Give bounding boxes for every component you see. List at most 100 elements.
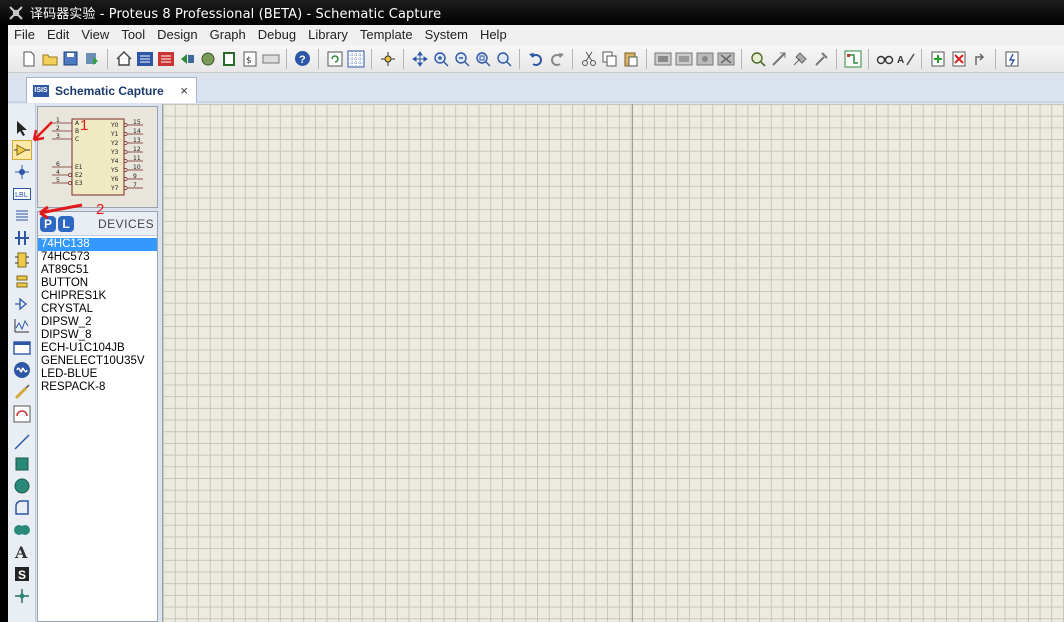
block-copy-icon[interactable] — [652, 48, 673, 69]
virtual-instruments-icon[interactable] — [12, 404, 32, 424]
block-delete-icon[interactable] — [715, 48, 736, 69]
open-folder-icon[interactable] — [39, 48, 60, 69]
menu-design[interactable]: Design — [151, 25, 203, 45]
pin-label: C — [75, 136, 79, 143]
bom-icon[interactable] — [218, 48, 239, 69]
terminals-mode-icon[interactable] — [12, 272, 32, 292]
refresh-icon[interactable] — [324, 48, 345, 69]
generator-mode-icon[interactable] — [12, 360, 32, 380]
redo-icon[interactable] — [546, 48, 567, 69]
packaging-tool-icon[interactable] — [789, 48, 810, 69]
sheet-boundary-line — [632, 104, 633, 622]
box-2d-icon[interactable] — [12, 454, 32, 474]
text-2d-icon[interactable]: A — [12, 542, 32, 562]
remove-sheet-icon[interactable] — [948, 48, 969, 69]
device-list-item[interactable]: CHIPRES1K — [38, 290, 157, 303]
paste-icon[interactable] — [620, 48, 641, 69]
pin-number: 1 — [56, 117, 60, 124]
menu-edit[interactable]: Edit — [41, 25, 75, 45]
arc-2d-icon[interactable] — [12, 498, 32, 518]
device-list-item[interactable]: 74HC138 — [38, 238, 157, 251]
pin-number: 14 — [133, 128, 141, 135]
zoom-all-icon[interactable] — [472, 48, 493, 69]
device-pins-icon[interactable] — [12, 294, 32, 314]
device-list-item[interactable]: LED-BLUE — [38, 368, 157, 381]
menu-help[interactable]: Help — [474, 25, 513, 45]
subcircuit-icon[interactable] — [12, 250, 32, 270]
component-mode-icon[interactable] — [12, 140, 32, 160]
marker-2d-icon[interactable] — [12, 586, 32, 606]
search-tag-icon[interactable] — [874, 48, 895, 69]
device-list-item[interactable]: DIPSW_8 — [38, 329, 157, 342]
pick-device-icon[interactable] — [747, 48, 768, 69]
menu-view[interactable]: View — [75, 25, 115, 45]
make-device-icon[interactable] — [768, 48, 789, 69]
text-script-icon[interactable] — [12, 206, 32, 226]
menu-template[interactable]: Template — [354, 25, 419, 45]
menu-system[interactable]: System — [419, 25, 474, 45]
cut-icon[interactable] — [578, 48, 599, 69]
electrical-rule-check-icon[interactable] — [1001, 48, 1022, 69]
menu-file[interactable]: File — [8, 25, 41, 45]
copy-icon[interactable] — [599, 48, 620, 69]
buses-icon[interactable] — [12, 228, 32, 248]
schematic-canvas[interactable] — [162, 104, 1064, 622]
home-icon[interactable] — [113, 48, 134, 69]
zoom-in-icon[interactable] — [430, 48, 451, 69]
save-icon[interactable] — [60, 48, 81, 69]
device-list-item[interactable]: GENELECT10U35V — [38, 355, 157, 368]
menu-graph[interactable]: Graph — [204, 25, 252, 45]
wire-autorouter-icon[interactable] — [842, 48, 863, 69]
device-list-item[interactable]: DIPSW_2 — [38, 316, 157, 329]
decompose-icon[interactable] — [810, 48, 831, 69]
device-list-item[interactable]: RESPACK-8 — [38, 381, 157, 394]
svg-text:?: ? — [299, 54, 306, 66]
device-list-item[interactable]: ECH-U1C104JB — [38, 342, 157, 355]
tab-schematic-capture[interactable]: ISIS Schematic Capture × — [26, 77, 197, 103]
import-icon[interactable] — [81, 48, 102, 69]
voltage-probe-icon[interactable] — [12, 382, 32, 402]
symbol-2d-icon[interactable]: S — [12, 564, 32, 584]
pcb-icon[interactable] — [155, 48, 176, 69]
tab-close-icon[interactable]: × — [180, 83, 188, 98]
zoom-area-icon[interactable] — [493, 48, 514, 69]
property-assignment-icon[interactable]: A — [895, 48, 916, 69]
block-rotate-icon[interactable] — [694, 48, 715, 69]
graph-mode-icon[interactable] — [12, 316, 32, 336]
selection-mode-icon[interactable] — [12, 118, 32, 138]
undo-icon[interactable] — [525, 48, 546, 69]
device-list-item[interactable]: AT89C51 — [38, 264, 157, 277]
menu-debug[interactable]: Debug — [252, 25, 302, 45]
tape-recorder-icon[interactable] — [12, 338, 32, 358]
line-2d-icon[interactable] — [12, 432, 32, 452]
menu-library[interactable]: Library — [302, 25, 354, 45]
device-list-item[interactable]: CRYSTAL — [38, 303, 157, 316]
wire-label-icon[interactable]: LBL — [12, 184, 32, 204]
device-list: 74HC138 74HC573 AT89C51 BUTTON CHIPRES1K… — [38, 236, 157, 394]
circle-2d-icon[interactable] — [12, 476, 32, 496]
device-list-item[interactable]: BUTTON — [38, 277, 157, 290]
pin-number: 6 — [56, 161, 60, 168]
zoom-out-icon[interactable] — [451, 48, 472, 69]
design-explorer-icon[interactable] — [260, 48, 281, 69]
pick-devices-button[interactable]: P — [40, 215, 56, 232]
library-manager-button[interactable]: L — [58, 215, 74, 232]
toolbar-separator — [371, 48, 372, 69]
grid-toggle-icon[interactable] — [345, 48, 366, 69]
pin-number: 11 — [133, 155, 141, 162]
origin-icon[interactable] — [377, 48, 398, 69]
closed-path-2d-icon[interactable] — [12, 520, 32, 540]
exit-to-parent-icon[interactable] — [969, 48, 990, 69]
new-sheet-icon[interactable] — [927, 48, 948, 69]
menu-tool[interactable]: Tool — [115, 25, 151, 45]
gerber-icon[interactable] — [176, 48, 197, 69]
new-file-icon[interactable] — [18, 48, 39, 69]
pan-icon[interactable] — [409, 48, 430, 69]
source-code-icon[interactable]: $ — [239, 48, 260, 69]
junction-dot-icon[interactable] — [12, 162, 32, 182]
device-list-item[interactable]: 74HC573 — [38, 251, 157, 264]
3d-viewer-icon[interactable] — [197, 48, 218, 69]
help-icon[interactable]: ? — [292, 48, 313, 69]
schematic-icon[interactable] — [134, 48, 155, 69]
block-move-icon[interactable] — [673, 48, 694, 69]
